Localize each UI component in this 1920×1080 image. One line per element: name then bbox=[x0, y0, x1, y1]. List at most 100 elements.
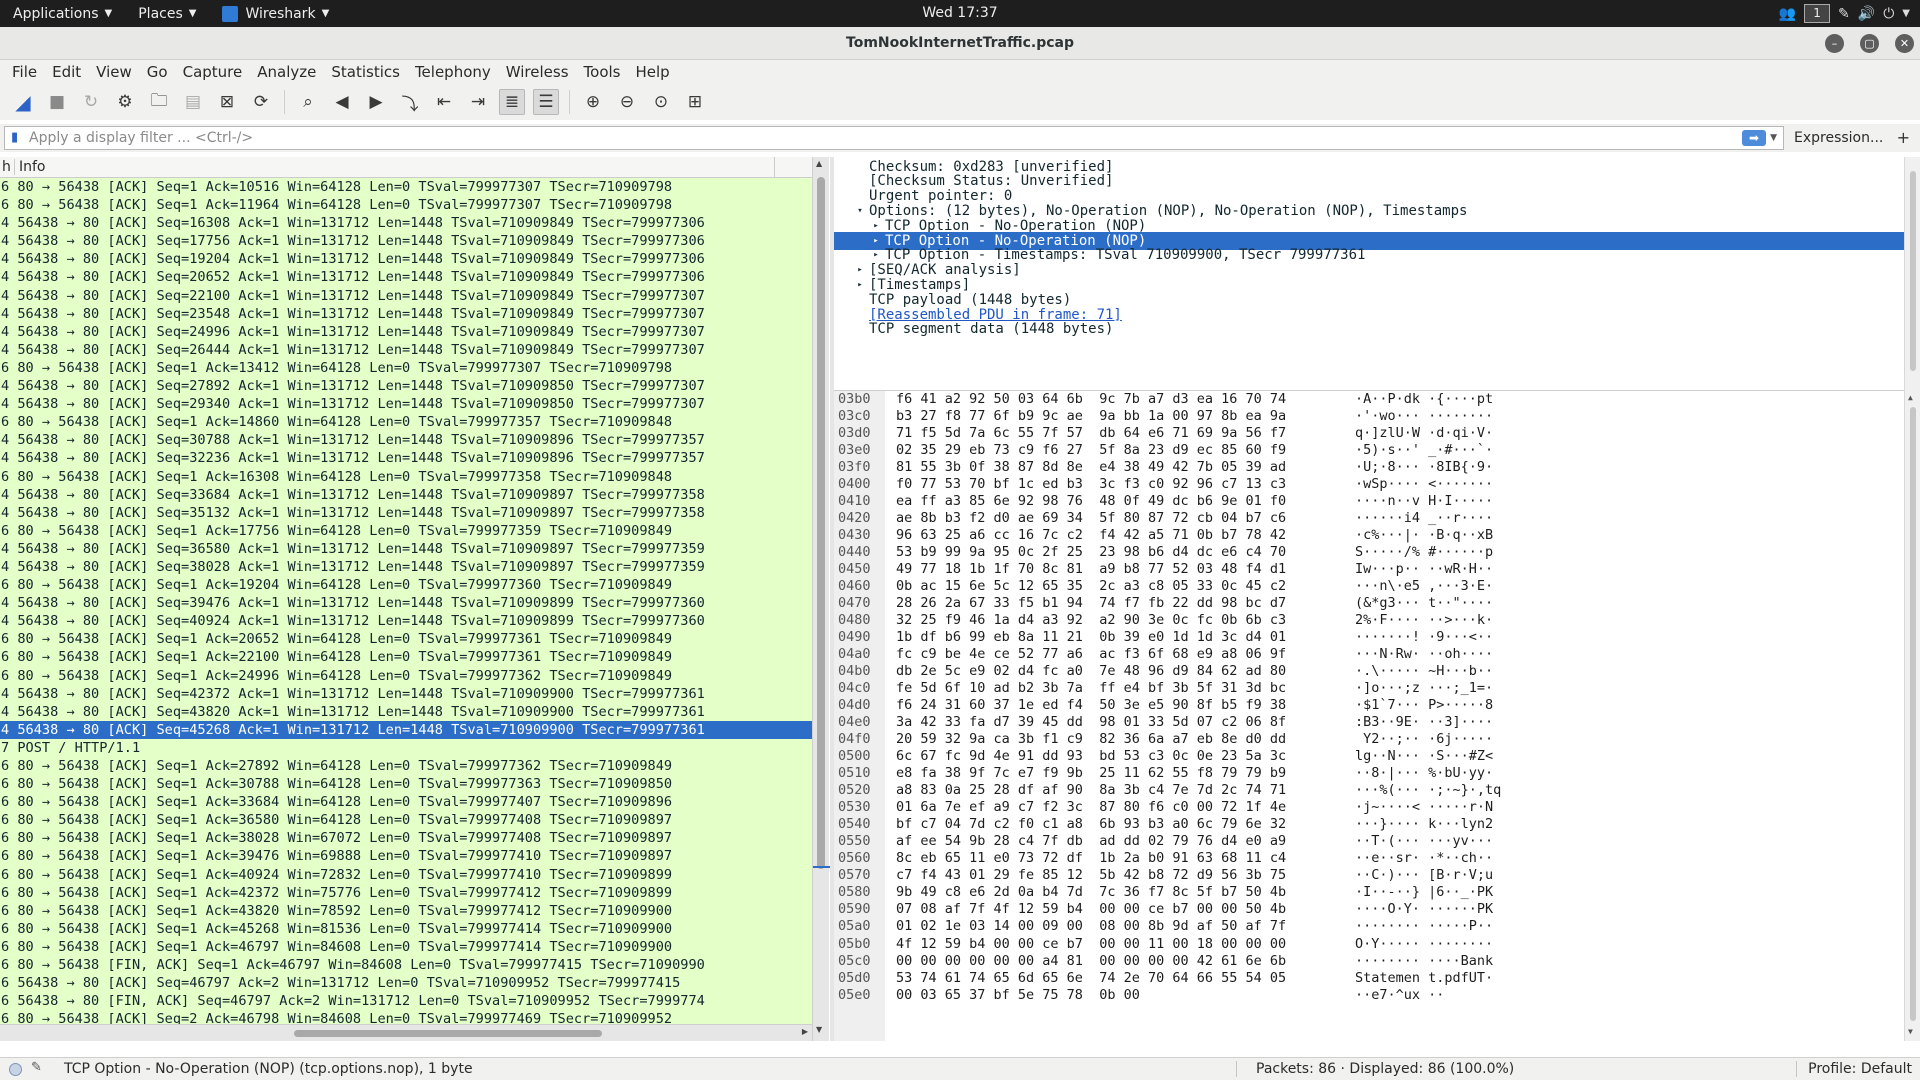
stop-capture-icon[interactable]: ■ bbox=[44, 89, 70, 115]
menu-telephony[interactable]: Telephony bbox=[409, 63, 497, 81]
packet-row[interactable]: 6 56438 → 80 [FIN, ACK] Seq=46797 Ack=2 … bbox=[0, 992, 814, 1011]
hex-row[interactable]: f6 41 a2 92 50 03 64 6b 9c 7b a7 d3 ea 1… bbox=[896, 391, 1356, 408]
packet-row[interactable]: 6 80 → 56438 [ACK] Seq=1 Ack=10516 Win=6… bbox=[0, 178, 814, 197]
find-packet-icon[interactable]: ⌕ bbox=[295, 89, 321, 115]
go-back-icon[interactable]: ◀ bbox=[329, 89, 355, 115]
hex-row[interactable]: db 2e 5c e9 02 d4 fc a0 7e 48 96 d9 84 6… bbox=[896, 663, 1356, 680]
packet-row[interactable]: 6 80 → 56438 [ACK] Seq=1 Ack=42372 Win=7… bbox=[0, 883, 814, 902]
colorize-icon[interactable]: ☰ bbox=[533, 89, 559, 115]
ascii-row[interactable]: ·U;·8··· ·8IB{·9· bbox=[1355, 459, 1555, 476]
hex-row[interactable]: bf c7 04 7d c2 f0 c1 a8 6b 93 b3 a0 6c 7… bbox=[896, 816, 1356, 833]
ascii-row[interactable]: Statemen t.pdfUT· bbox=[1355, 970, 1555, 987]
capture-options-icon[interactable]: ⚙ bbox=[112, 89, 138, 115]
ascii-row[interactable]: ·I··-··} |6··_·PK bbox=[1355, 884, 1555, 901]
packet-row[interactable]: 6 80 → 56438 [ACK] Seq=1 Ack=33684 Win=6… bbox=[0, 793, 814, 812]
bookmark-icon[interactable]: ▮ bbox=[11, 130, 25, 146]
hex-row[interactable]: f6 24 31 60 37 1e ed f4 50 3e e5 90 8f b… bbox=[896, 697, 1356, 714]
chevron-down-icon[interactable]: ▼ bbox=[1770, 133, 1777, 143]
packet-row[interactable]: 6 80 → 56438 [ACK] Seq=2 Ack=46798 Win=8… bbox=[0, 1010, 814, 1024]
ascii-row[interactable]: Iw···p·· ··wR·H·· bbox=[1355, 561, 1555, 578]
ascii-row[interactable]: ·wSp···· <······· bbox=[1355, 476, 1555, 493]
chevron-down-icon[interactable]: ▼ bbox=[1902, 8, 1910, 19]
hex-row[interactable]: ea ff a3 85 6e 92 98 76 48 0f 49 dc b6 9… bbox=[896, 493, 1356, 510]
packet-row[interactable]: 6 80 → 56438 [ACK] Seq=1 Ack=46797 Win=8… bbox=[0, 937, 814, 957]
ascii-row[interactable]: ·j~····< ·····r·N bbox=[1355, 799, 1555, 816]
packet-list-hscrollbar[interactable]: ▶ bbox=[0, 1024, 812, 1041]
ascii-row[interactable]: (&*g3··· t··"···· bbox=[1355, 595, 1555, 612]
clock[interactable]: Wed 17:37 bbox=[922, 5, 997, 21]
volume-icon[interactable]: 🔊 bbox=[1858, 6, 1875, 22]
save-file-icon[interactable]: ▤ bbox=[180, 89, 206, 115]
packet-row[interactable]: 4 56438 → 80 [ACK] Seq=43820 Ack=1 Win=1… bbox=[0, 702, 814, 721]
ascii-row[interactable]: ··e7·^ux ·· bbox=[1355, 987, 1555, 1004]
scroll-right-icon[interactable]: ▶ bbox=[802, 1027, 808, 1036]
add-filter-button[interactable]: + bbox=[1897, 128, 1910, 147]
ascii-row[interactable]: ···}···· k···lyn2 bbox=[1355, 816, 1555, 833]
packet-row[interactable]: 4 56438 → 80 [ACK] Seq=39476 Ack=1 Win=1… bbox=[0, 594, 814, 613]
packet-row[interactable]: 4 56438 → 80 [ACK] Seq=16308 Ack=1 Win=1… bbox=[0, 214, 814, 233]
hex-row[interactable]: 71 f5 5d 7a 6c 55 7f 57 db 64 e6 71 69 9… bbox=[896, 425, 1356, 442]
zoom-out-icon[interactable]: ⊖ bbox=[614, 89, 640, 115]
packet-row[interactable]: 4 56438 → 80 [ACK] Seq=23548 Ack=1 Win=1… bbox=[0, 304, 814, 323]
ascii-row[interactable]: ·5)·s··' _·#···`· bbox=[1355, 442, 1555, 459]
column-header-info[interactable]: Info bbox=[14, 159, 46, 175]
hex-row[interactable]: 3a 42 33 fa d7 39 45 dd 98 01 33 5d 07 c… bbox=[896, 714, 1356, 731]
hex-row[interactable]: 96 63 25 a6 cc 16 7c c2 f4 42 a5 71 0b b… bbox=[896, 527, 1356, 544]
zoom-in-icon[interactable]: ⊕ bbox=[580, 89, 606, 115]
scroll-thumb[interactable] bbox=[1910, 171, 1916, 371]
packet-row[interactable]: 4 56438 → 80 [ACK] Seq=26444 Ack=1 Win=1… bbox=[0, 340, 814, 359]
expert-info-icon[interactable] bbox=[9, 1063, 22, 1076]
packet-row[interactable]: 4 56438 → 80 [ACK] Seq=45268 Ack=1 Win=1… bbox=[0, 720, 814, 739]
packet-row[interactable]: 4 56438 → 80 [ACK] Seq=38028 Ack=1 Win=1… bbox=[0, 557, 814, 577]
packet-row[interactable]: 4 56438 → 80 [ACK] Seq=20652 Ack=1 Win=1… bbox=[0, 268, 814, 287]
packet-row[interactable]: 4 56438 → 80 [ACK] Seq=29340 Ack=1 Win=1… bbox=[0, 395, 814, 414]
packet-row[interactable]: 6 80 → 56438 [ACK] Seq=1 Ack=20652 Win=6… bbox=[0, 630, 814, 649]
menu-file[interactable]: File bbox=[6, 63, 43, 81]
close-icon[interactable]: ✕ bbox=[1895, 34, 1914, 53]
profile-label[interactable]: Profile: Default bbox=[1808, 1061, 1912, 1077]
hex-row[interactable]: ae 8b b3 f2 d0 ae 69 34 5f 80 87 72 cb 0… bbox=[896, 510, 1356, 527]
hex-row[interactable]: 32 25 f9 46 1a d4 a3 92 a2 90 3e 0c fc 0… bbox=[896, 612, 1356, 629]
scroll-down-icon[interactable]: ▼ bbox=[1908, 1027, 1913, 1036]
hex-row[interactable]: b3 27 f8 77 6f b9 9c ae 9a bb 1a 00 97 8… bbox=[896, 408, 1356, 425]
column-header-protocol[interactable]: h bbox=[2, 159, 11, 175]
menu-capture[interactable]: Capture bbox=[177, 63, 249, 81]
packet-row[interactable]: 6 80 → 56438 [ACK] Seq=1 Ack=22100 Win=6… bbox=[0, 648, 814, 667]
hex-row[interactable]: af ee 54 9b 28 c4 7f db ad dd 02 79 76 d… bbox=[896, 833, 1356, 850]
last-packet-icon[interactable]: ⇥ bbox=[465, 89, 491, 115]
packet-row[interactable]: 6 80 → 56438 [ACK] Seq=1 Ack=11964 Win=6… bbox=[0, 196, 814, 215]
resize-columns-icon[interactable]: ⊞ bbox=[682, 89, 708, 115]
packet-row[interactable]: 6 56438 → 80 [ACK] Seq=46797 Ack=2 Win=1… bbox=[0, 974, 814, 993]
packet-row[interactable]: 6 80 → 56438 [ACK] Seq=1 Ack=30788 Win=6… bbox=[0, 775, 814, 794]
hex-row[interactable]: 28 26 2a 67 33 f5 b1 94 74 f7 fb 22 dd 9… bbox=[896, 595, 1356, 612]
go-forward-icon[interactable]: ▶ bbox=[363, 89, 389, 115]
menu-tools[interactable]: Tools bbox=[578, 63, 627, 81]
apply-filter-icon[interactable]: ➡ bbox=[1742, 130, 1767, 146]
packet-row[interactable]: 6 80 → 56438 [ACK] Seq=1 Ack=36580 Win=6… bbox=[0, 811, 814, 830]
ascii-row[interactable]: ···N·Rw· ··oh···· bbox=[1355, 646, 1555, 663]
menu-analyze[interactable]: Analyze bbox=[251, 63, 322, 81]
hex-row[interactable]: 6c 67 fc 9d 4e 91 dd 93 bd 53 c3 0c 0e 2… bbox=[896, 748, 1356, 765]
ascii-row[interactable]: ·A··P·dk ·{····pt bbox=[1355, 391, 1555, 408]
pen-tool-icon[interactable]: ✎ bbox=[1838, 6, 1850, 22]
packet-row[interactable]: 6 80 → 56438 [ACK] Seq=1 Ack=43820 Win=7… bbox=[0, 901, 814, 920]
autoscroll-icon[interactable]: ≣ bbox=[499, 89, 525, 115]
app-menu[interactable]: Wireshark ▼ bbox=[209, 0, 342, 27]
scroll-down-icon[interactable]: ▼ bbox=[816, 1025, 822, 1034]
packet-row[interactable]: 6 80 → 56438 [ACK] Seq=1 Ack=40924 Win=7… bbox=[0, 865, 814, 884]
ascii-row[interactable]: ·]o···;z ···;_1=· bbox=[1355, 680, 1555, 697]
packet-row[interactable]: 4 56438 → 80 [ACK] Seq=19204 Ack=1 Win=1… bbox=[0, 250, 814, 269]
ascii-row[interactable]: ········ ·····P·· bbox=[1355, 918, 1555, 935]
scroll-thumb[interactable] bbox=[1910, 407, 1916, 1021]
hex-row[interactable]: 0b ac 15 6e 5c 12 65 35 2c a3 c8 05 33 0… bbox=[896, 578, 1356, 595]
packet-row[interactable]: 6 80 → 56438 [ACK] Seq=1 Ack=38028 Win=6… bbox=[0, 829, 814, 848]
ascii-row[interactable]: ·$1`7··· P>·····8 bbox=[1355, 697, 1555, 714]
ascii-row[interactable]: ··8·|··· %·bU·yy· bbox=[1355, 765, 1555, 782]
detail-row[interactable]: TCP segment data (1448 bytes) bbox=[834, 320, 1904, 338]
packet-row[interactable]: 4 56438 → 80 [ACK] Seq=30788 Ack=1 Win=1… bbox=[0, 431, 814, 450]
packet-row[interactable]: 6 80 → 56438 [ACK] Seq=1 Ack=13412 Win=6… bbox=[0, 358, 814, 378]
open-file-icon[interactable]: 🗀 bbox=[146, 89, 172, 115]
scroll-thumb[interactable] bbox=[817, 177, 825, 869]
ascii-row[interactable]: ······i4 _··r···· bbox=[1355, 510, 1555, 527]
minimize-icon[interactable]: – bbox=[1825, 34, 1844, 53]
